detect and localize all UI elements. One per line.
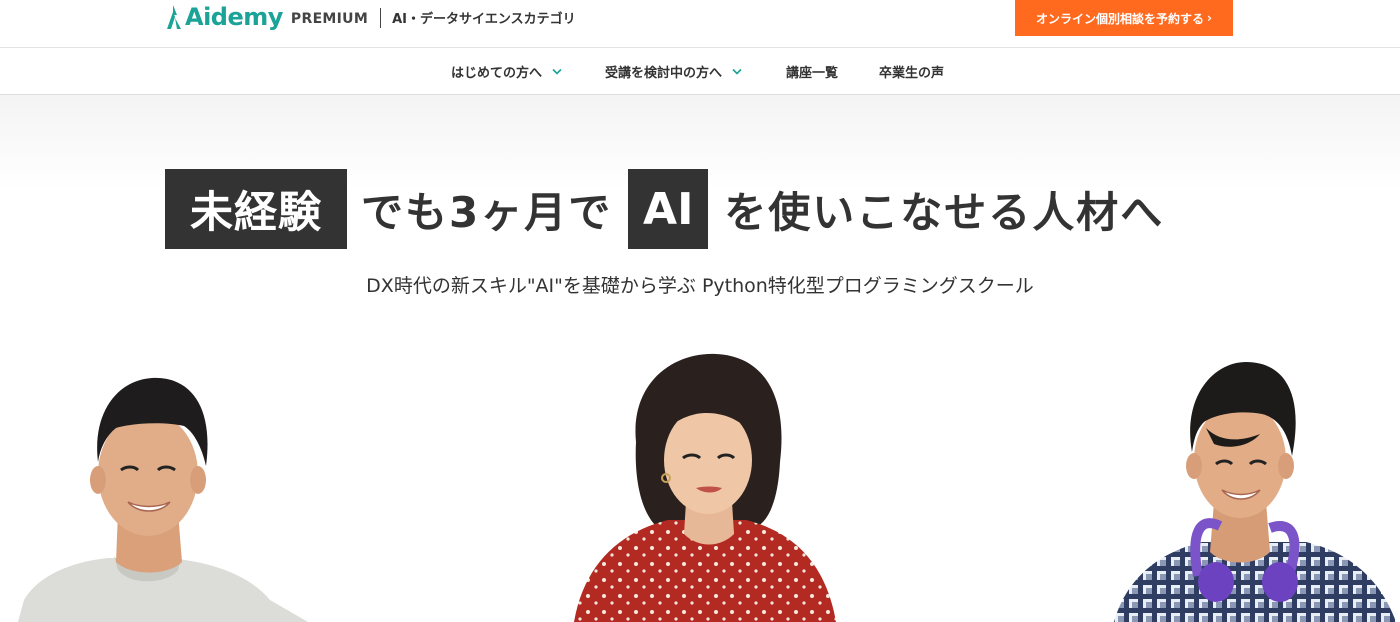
nav-item-beginners[interactable]: はじめての方へ bbox=[451, 48, 562, 94]
brand-tier: PREMIUM bbox=[290, 11, 369, 27]
student-photo-left bbox=[18, 362, 318, 622]
nav-item-label: はじめての方へ bbox=[451, 65, 543, 81]
hero-headline: 未経験 でも3ヶ月で AI を使いこなせる人材へ bbox=[165, 168, 1245, 250]
nav-item-testimonials[interactable]: 卒業生の声 bbox=[879, 48, 944, 94]
brand-name: Aidemy bbox=[185, 3, 283, 31]
logo-divider bbox=[380, 8, 382, 28]
nav-item-label: 講座一覧 bbox=[786, 65, 839, 81]
hero-subheadline: DX時代の新スキル"AI"を基礎から学ぶ Python特化型プログラミングスクー… bbox=[366, 275, 1034, 297]
student-photo-center bbox=[568, 352, 848, 622]
category-label: AI・データサイエンスカテゴリ bbox=[392, 11, 576, 27]
headline-text: を使いこなせる人材へ bbox=[724, 187, 1165, 237]
nav-item-courses[interactable]: 講座一覧 bbox=[786, 48, 838, 94]
nav-item-label: 卒業生の声 bbox=[879, 65, 945, 81]
site-header: Aidemy PREMIUM AI・データサイエンスカテゴリ オンライン個別相談… bbox=[0, 0, 1400, 48]
aidemy-logo-icon bbox=[167, 5, 181, 29]
headline-highlight-box: 未経験 bbox=[165, 169, 347, 249]
chevron-right-icon: › bbox=[1207, 11, 1212, 25]
cta-label: オンライン個別相談を予約する bbox=[1036, 11, 1205, 26]
chevron-down-icon bbox=[732, 68, 742, 75]
brand-logo[interactable]: Aidemy PREMIUM AI・データサイエンスカテゴリ bbox=[164, 0, 576, 34]
student-photo-right bbox=[1110, 356, 1400, 622]
headline-text: でも3ヶ月で bbox=[361, 187, 613, 237]
nav-item-considering[interactable]: 受講を検討中の方へ bbox=[605, 48, 742, 94]
nav-item-label: 受講を検討中の方へ bbox=[605, 65, 723, 81]
consultation-cta-button[interactable]: オンライン個別相談を予約する › bbox=[1015, 0, 1233, 36]
chevron-down-icon bbox=[552, 68, 562, 75]
headline-highlight-box: AI bbox=[628, 169, 709, 249]
main-nav: はじめての方へ 受講を検討中の方へ 講座一覧 卒業生の声 bbox=[0, 48, 1400, 95]
